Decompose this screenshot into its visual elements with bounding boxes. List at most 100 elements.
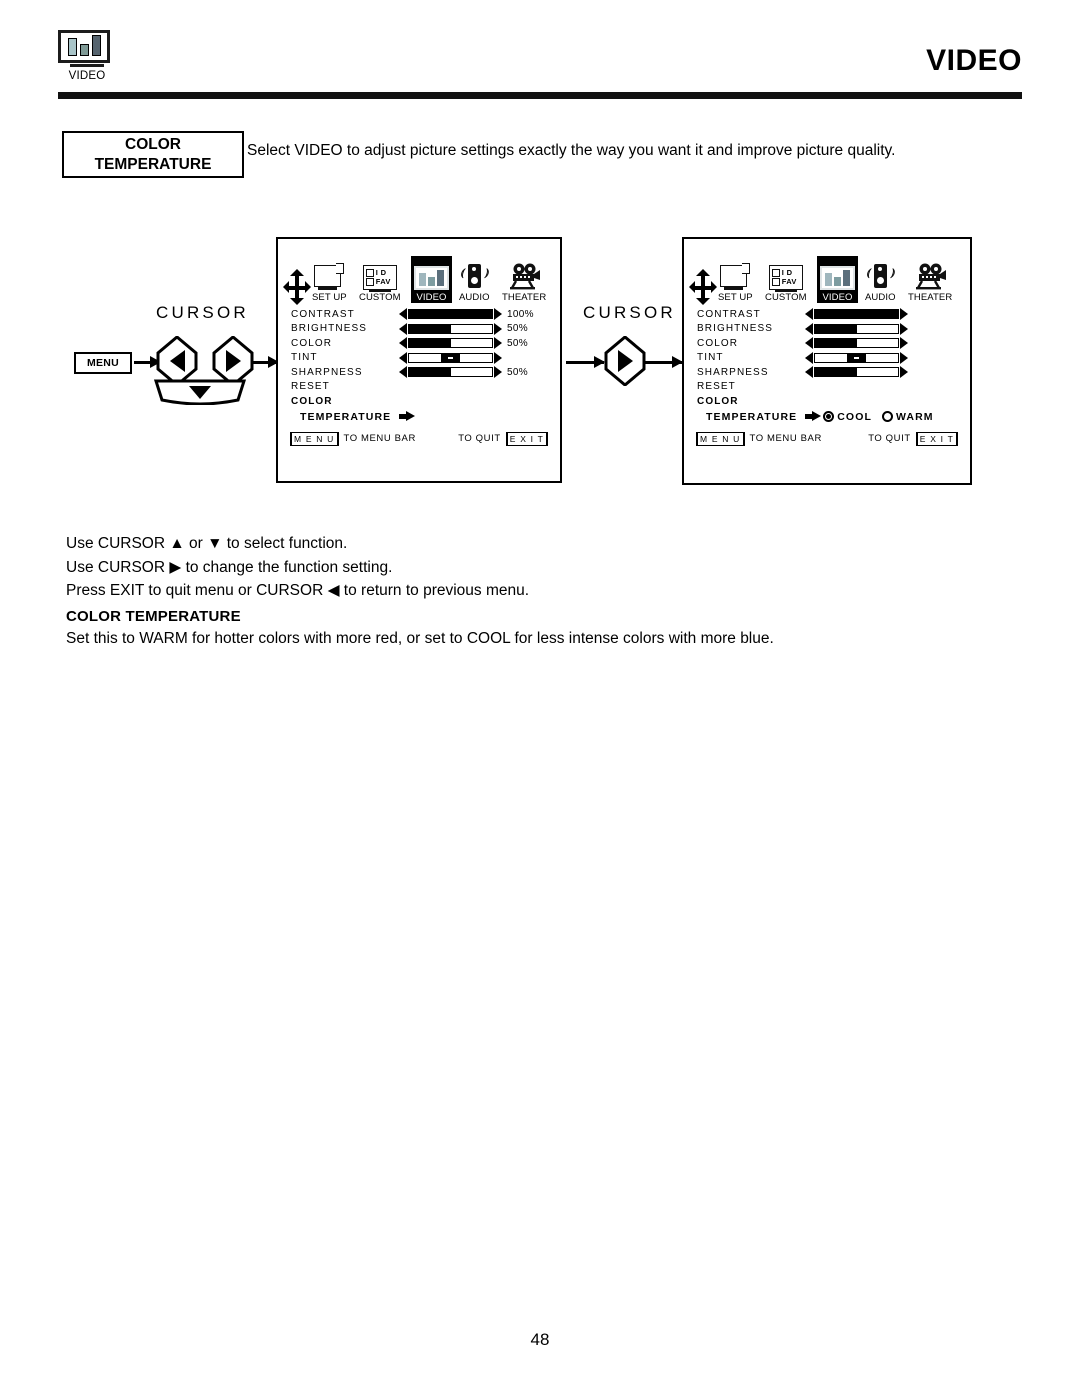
osd-footer-right: M E N U TO MENU BAR TO QUIT E X I T	[696, 431, 958, 446]
exit-keycap-right[interactable]: E X I T	[915, 431, 958, 446]
osd-slider[interactable]	[805, 366, 908, 379]
osd-setting-row[interactable]: COLOR	[697, 394, 970, 409]
menu-button[interactable]: MENU	[74, 352, 132, 374]
feature-label-line1: COLOR	[125, 135, 181, 153]
osd-slider-fill	[409, 310, 492, 319]
osd-tab-theater[interactable]: THEATER	[502, 258, 546, 303]
osd-slider[interactable]	[399, 366, 502, 379]
icon-bar-3	[91, 35, 101, 56]
osd-slider-track[interactable]	[814, 367, 899, 378]
video-icon	[820, 266, 855, 290]
osd-tab-custom[interactable]: I D FAV CUSTOM	[359, 258, 401, 303]
radio-warm[interactable]	[881, 411, 893, 422]
osd-setting-name: COLOR	[697, 337, 739, 349]
osd-setting-row[interactable]: TINT	[291, 351, 560, 366]
osd-tab-setup[interactable]: SET UP	[718, 258, 753, 303]
osd-tab-custom[interactable]: I D FAV CUSTOM	[765, 258, 807, 303]
cursor-down-button[interactable]	[150, 378, 250, 405]
osd-tab-audio[interactable]: ⦅ ⦆ AUDIO	[865, 258, 896, 303]
left-arrow-icon[interactable]	[399, 337, 407, 350]
right-arrow-icon[interactable]	[900, 351, 908, 364]
right-arrow-icon[interactable]	[494, 308, 502, 321]
osd-tab-video[interactable]: VIDEO	[411, 256, 452, 303]
cursor-right-button-middle[interactable]	[604, 336, 646, 386]
osd-tab-audio[interactable]: ⦅ ⦆ AUDIO	[459, 258, 490, 303]
osd-tab-video[interactable]: VIDEO	[817, 256, 858, 303]
osd-tab-setup-label: SET UP	[718, 292, 753, 303]
osd-setting-row[interactable]: SHARPNESS 50%	[291, 365, 560, 380]
left-arrow-icon[interactable]	[805, 337, 813, 350]
left-arrow-icon[interactable]	[399, 351, 407, 364]
osd-slider-fill	[815, 310, 898, 319]
menu-footer-text-left: TO MENU BAR	[343, 433, 416, 444]
right-arrow-icon[interactable]	[494, 366, 502, 379]
radio-cool-selected[interactable]	[823, 411, 835, 422]
right-arrow-icon[interactable]	[494, 337, 502, 350]
exit-keycap-left[interactable]: E X I T	[505, 431, 548, 446]
osd-slider-track[interactable]	[408, 338, 493, 349]
osd-setting-row[interactable]: COLOR 50%	[291, 336, 560, 351]
instruction-line-2: Use CURSOR ▶ to change the function sett…	[66, 558, 393, 576]
osd-setting-row[interactable]: COLOR	[697, 336, 970, 351]
right-arrow-icon[interactable]	[900, 366, 908, 379]
osd-setting-row[interactable]: CONTRAST	[697, 307, 970, 322]
osd-tab-theater[interactable]: THEATER	[908, 258, 952, 303]
osd-slider[interactable]	[805, 308, 908, 321]
osd-setting-name: TINT	[697, 352, 724, 364]
osd-setting-row[interactable]: RESET	[291, 380, 560, 395]
osd-setting-row[interactable]: BRIGHTNESS 50%	[291, 322, 560, 337]
left-arrow-icon[interactable]	[805, 308, 813, 321]
left-arrow-icon[interactable]	[805, 366, 813, 379]
right-arrow-icon[interactable]	[900, 337, 908, 350]
left-arrow-icon[interactable]	[399, 366, 407, 379]
osd-setting-row[interactable]: RESET	[697, 380, 970, 395]
osd-slider-value: 50%	[507, 323, 528, 335]
icon-bar-1	[67, 38, 77, 56]
osd-setting-row[interactable]: BRIGHTNESS	[697, 322, 970, 337]
osd-tab-setup-label: SET UP	[312, 292, 347, 303]
left-arrow-icon[interactable]	[805, 322, 813, 335]
osd-tab-setup[interactable]: SET UP	[312, 258, 347, 303]
osd-temperature-row-left[interactable]: TEMPERATURE	[300, 409, 560, 425]
arrow-cursor-to-panel-right	[644, 356, 683, 367]
osd-slider[interactable]	[805, 337, 908, 350]
osd-slider[interactable]	[805, 322, 908, 335]
right-arrow-icon	[805, 411, 822, 422]
left-arrow-icon[interactable]	[399, 322, 407, 335]
osd-slider[interactable]	[399, 351, 502, 364]
osd-cursor-4way-icon-cell	[689, 269, 717, 305]
osd-cursor-4way-icon-cell	[283, 269, 311, 305]
right-arrow-icon[interactable]	[900, 322, 908, 335]
osd-slider[interactable]	[399, 308, 502, 321]
osd-temperature-row-right[interactable]: TEMPERATURE COOL WARM	[706, 409, 970, 425]
osd-setting-name: BRIGHTNESS	[697, 323, 774, 335]
osd-slider-track[interactable]	[814, 338, 899, 349]
osd-setting-row[interactable]: SHARPNESS	[697, 365, 970, 380]
right-arrow-icon[interactable]	[494, 351, 502, 364]
osd-slider[interactable]	[805, 351, 908, 364]
osd-tab-theater-label: THEATER	[908, 292, 953, 303]
osd-slider-track[interactable]	[408, 309, 493, 320]
osd-setting-name: COLOR	[291, 337, 333, 349]
right-triangle-icon	[617, 350, 633, 372]
left-arrow-icon[interactable]	[399, 308, 407, 321]
osd-slider-track[interactable]	[814, 309, 899, 320]
osd-setting-row[interactable]: TINT	[697, 351, 970, 366]
osd-slider[interactable]	[399, 337, 502, 350]
menu-keycap-left[interactable]: M E N U	[290, 431, 339, 446]
feature-label-line2: TEMPERATURE	[94, 155, 212, 173]
osd-slider-track[interactable]	[408, 367, 493, 378]
right-arrow-icon[interactable]	[900, 308, 908, 321]
right-arrow-icon[interactable]	[494, 322, 502, 335]
osd-slider-track[interactable]	[408, 323, 493, 334]
arrow-panel-to-cursor-mid	[566, 356, 605, 367]
osd-slider-track[interactable]	[814, 323, 899, 334]
menu-keycap-right[interactable]: M E N U	[696, 431, 745, 446]
osd-slider-track[interactable]	[814, 352, 899, 363]
osd-slider[interactable]	[399, 322, 502, 335]
osd-slider-track[interactable]	[408, 352, 493, 363]
osd-setting-row[interactable]: COLOR	[291, 394, 560, 409]
left-arrow-icon[interactable]	[805, 351, 813, 364]
video-tv-icon	[58, 30, 110, 63]
osd-setting-row[interactable]: CONTRAST 100%	[291, 307, 560, 322]
